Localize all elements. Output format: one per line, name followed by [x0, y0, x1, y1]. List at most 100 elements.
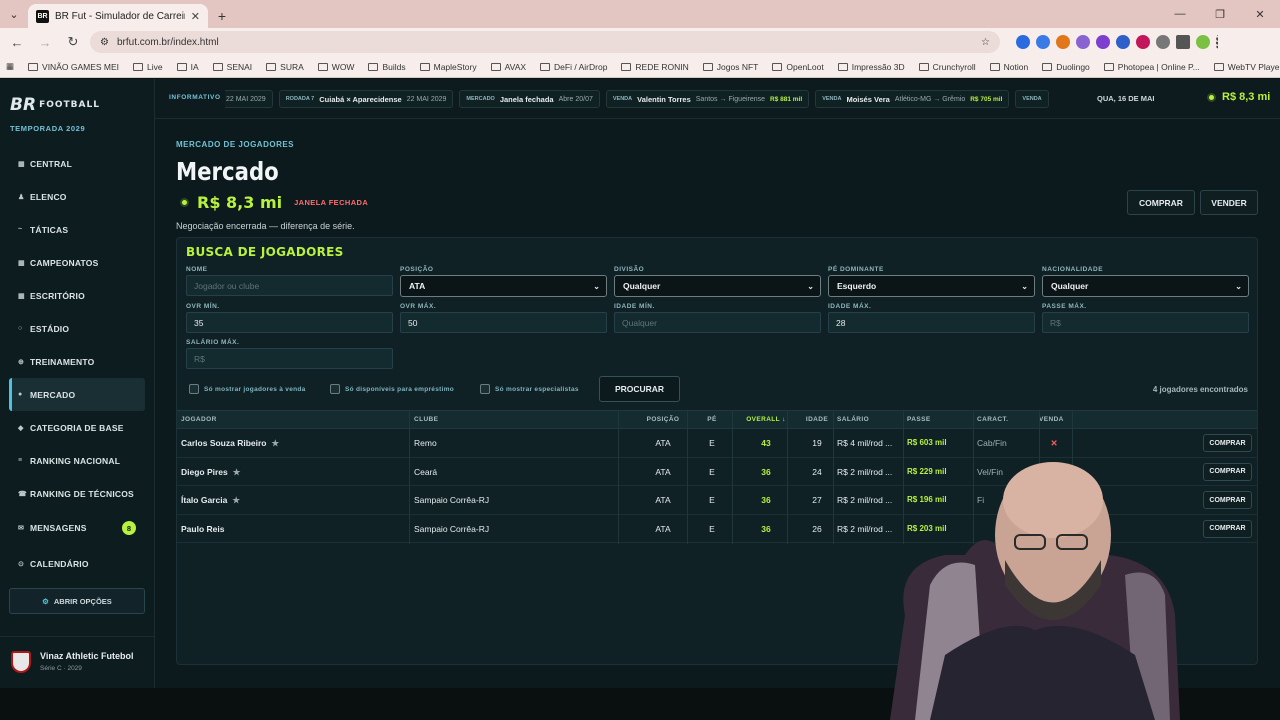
age-max-input[interactable]: 28 — [828, 312, 1035, 333]
bookmark-item[interactable]: OpenLoot — [772, 62, 824, 72]
bookmark-item[interactable]: MapleStory — [419, 62, 477, 72]
ovr-max-input[interactable]: 50 — [400, 312, 607, 333]
bookmark-item[interactable]: SURA — [266, 62, 304, 72]
cell-club[interactable]: Remo — [414, 438, 437, 448]
puzzle-icon[interactable] — [1176, 35, 1190, 49]
checkbox-box[interactable] — [330, 384, 340, 394]
open-options-button[interactable]: ⚙ ABRIR OPÇÕES — [9, 588, 145, 614]
bookmark-item[interactable]: REDE RONIN — [621, 62, 689, 72]
bookmark-item[interactable]: Impressão 3D — [837, 62, 905, 72]
bookmark-item[interactable]: SENAI — [212, 62, 252, 72]
ranking-icon: ≡ — [18, 457, 23, 464]
bookmark-item[interactable]: Jogos NFT — [702, 62, 758, 72]
close-window-icon[interactable]: ✕ — [1240, 0, 1280, 28]
folder-icon — [621, 62, 632, 71]
table-row[interactable]: Carlos Souza Ribeiro ★ Remo ATA E 43 19 R$ 4 mi… — [177, 429, 1257, 458]
browser-tab[interactable]: BR BR Fut - Simulador de Carreira ✕ — [28, 4, 208, 28]
maximize-icon[interactable]: ❐ — [1200, 0, 1240, 28]
division-select[interactable]: Qualquer ⌄ — [614, 275, 821, 297]
buy-mode-button[interactable]: COMPRAR — [1127, 190, 1195, 215]
sidebar-item-t-ticas[interactable]: ~ TÁTICAS — [9, 213, 145, 246]
nationality-select[interactable]: Qualquer ⌄ — [1042, 275, 1249, 297]
sidebar-item-ranking-de-t-cnicos[interactable]: ☎ RANKING DE TÉCNICOS — [9, 477, 145, 510]
new-tab-icon[interactable]: + — [208, 4, 236, 28]
sidebar-item-mercado[interactable]: ● MERCADO — [9, 378, 145, 411]
extension-icon[interactable] — [1116, 35, 1130, 49]
bookmark-item[interactable]: IA — [176, 62, 199, 72]
specialists-checkbox[interactable]: Só mostrar especialistas — [480, 384, 579, 394]
ticker-detail: 22 MAI 2029 — [406, 95, 447, 103]
cell-name[interactable]: Ítalo Garcia ★ — [181, 495, 240, 506]
bookmark-item[interactable]: Duolingo — [1042, 62, 1090, 72]
apps-grid-icon[interactable]: ▦ — [6, 61, 14, 72]
name-input[interactable]: Jogador ou clube — [186, 275, 393, 296]
column-divider — [687, 410, 688, 544]
folder-icon — [368, 62, 379, 71]
url-text[interactable]: brfut.com.br/index.html — [117, 37, 973, 48]
extension-icon[interactable] — [1056, 35, 1070, 49]
sidebar-item-ranking-nacional[interactable]: ≡ RANKING NACIONAL — [9, 444, 145, 477]
sidebar-item-central[interactable]: ▦ CENTRAL — [9, 147, 145, 180]
buy-player-button[interactable]: COMPRAR — [1203, 434, 1252, 452]
bookmark-item[interactable]: WebTV Player — [1213, 62, 1280, 72]
bookmark-item[interactable]: Notion — [989, 62, 1028, 72]
cell-club[interactable]: Sampaio Corrêa-RJ — [414, 524, 489, 534]
site-info-icon[interactable]: ⚙ — [100, 37, 109, 48]
salary-max-input[interactable]: R$ — [186, 348, 393, 369]
omnibox[interactable]: ⚙ brfut.com.br/index.html ☆ — [90, 31, 1000, 53]
bookmark-item[interactable]: AVAX — [490, 62, 526, 72]
checkbox-box[interactable] — [480, 384, 490, 394]
search-button[interactable]: PROCURAR — [599, 376, 680, 402]
sidebar-item-categoria-de-base[interactable]: ◆ CATEGORIA DE BASE — [9, 411, 145, 444]
foot-select[interactable]: Esquerdo ⌄ — [828, 275, 1035, 297]
close-tab-icon[interactable]: ✕ — [191, 10, 200, 23]
cell-pos-text: ATA — [655, 523, 671, 534]
bookmark-star-icon[interactable]: ☆ — [981, 37, 990, 48]
reload-icon[interactable]: ↻ — [62, 31, 84, 53]
star-icon[interactable]: ★ — [232, 495, 240, 505]
minimize-icon[interactable]: — — [1160, 0, 1200, 28]
age-min-input[interactable]: Qualquer — [614, 312, 821, 333]
bookmark-item[interactable]: Photopea | Online P... — [1103, 62, 1200, 72]
extension-icon[interactable] — [1076, 35, 1090, 49]
pass-max-input[interactable]: R$ — [1042, 312, 1249, 333]
position-select[interactable]: ATA ⌄ — [400, 275, 607, 297]
ovr-min-input[interactable]: 35 — [186, 312, 393, 333]
loan-checkbox[interactable]: Só disponíveis para empréstimo — [330, 384, 454, 394]
bookmark-item[interactable]: WOW — [317, 62, 354, 72]
extension-icon[interactable] — [1136, 35, 1150, 49]
profile-avatar[interactable] — [1196, 35, 1210, 49]
sidebar-item-calend-rio[interactable]: ⊙ CALENDÁRIO — [9, 546, 145, 582]
bookmark-item[interactable]: Crunchyroll — [918, 62, 976, 72]
star-icon[interactable]: ★ — [233, 467, 241, 477]
sidebar-item-est-dio[interactable]: ○ ESTÁDIO — [9, 312, 145, 345]
sidebar-item-treinamento[interactable]: ⊕ TREINAMENTO — [9, 345, 145, 378]
back-icon[interactable]: ← — [6, 31, 28, 53]
forward-icon[interactable]: → — [34, 31, 56, 53]
extension-icon[interactable] — [1016, 35, 1030, 49]
checkbox-box[interactable] — [189, 384, 199, 394]
star-icon[interactable]: ★ — [272, 438, 280, 448]
bookmark-item[interactable]: DeFi / AirDrop — [540, 62, 607, 72]
folder-icon — [772, 62, 783, 71]
bookmark-item[interactable]: VINÃO GAMES MEI — [28, 62, 119, 72]
cell-club[interactable]: Sampaio Corrêa-RJ — [414, 495, 489, 505]
for-sale-checkbox[interactable]: Só mostrar jogadores à venda — [189, 384, 306, 394]
sell-mode-button[interactable]: VENDER — [1200, 190, 1258, 215]
extension-icon[interactable] — [1096, 35, 1110, 49]
bookmark-item[interactable]: Builds — [368, 62, 406, 72]
sidebar-item-campeonatos[interactable]: ▦ CAMPEONATOS — [9, 246, 145, 279]
sidebar-item-mensagens[interactable]: ✉ MENSAGENS 8 — [9, 510, 145, 546]
cell-name[interactable]: Diego Pires ★ — [181, 467, 240, 478]
sidebar-item-elenco[interactable]: ♟ ELENCO — [9, 180, 145, 213]
bookmark-item[interactable]: Live — [133, 62, 163, 72]
extension-icon[interactable] — [1156, 35, 1170, 49]
cell-club[interactable]: Ceará — [414, 467, 437, 477]
menu-kebab-icon[interactable] — [1216, 35, 1219, 49]
extension-icon[interactable] — [1036, 35, 1050, 49]
cell-name[interactable]: Carlos Souza Ribeiro ★ — [181, 438, 279, 449]
sidebar-item-escrit-rio[interactable]: ▦ ESCRITÓRIO — [9, 279, 145, 312]
results-count: 4 jogadores encontrados — [1152, 385, 1248, 394]
tab-search-icon[interactable]: ⌄ — [0, 0, 28, 28]
cell-name[interactable]: Paulo Reis — [181, 524, 224, 534]
